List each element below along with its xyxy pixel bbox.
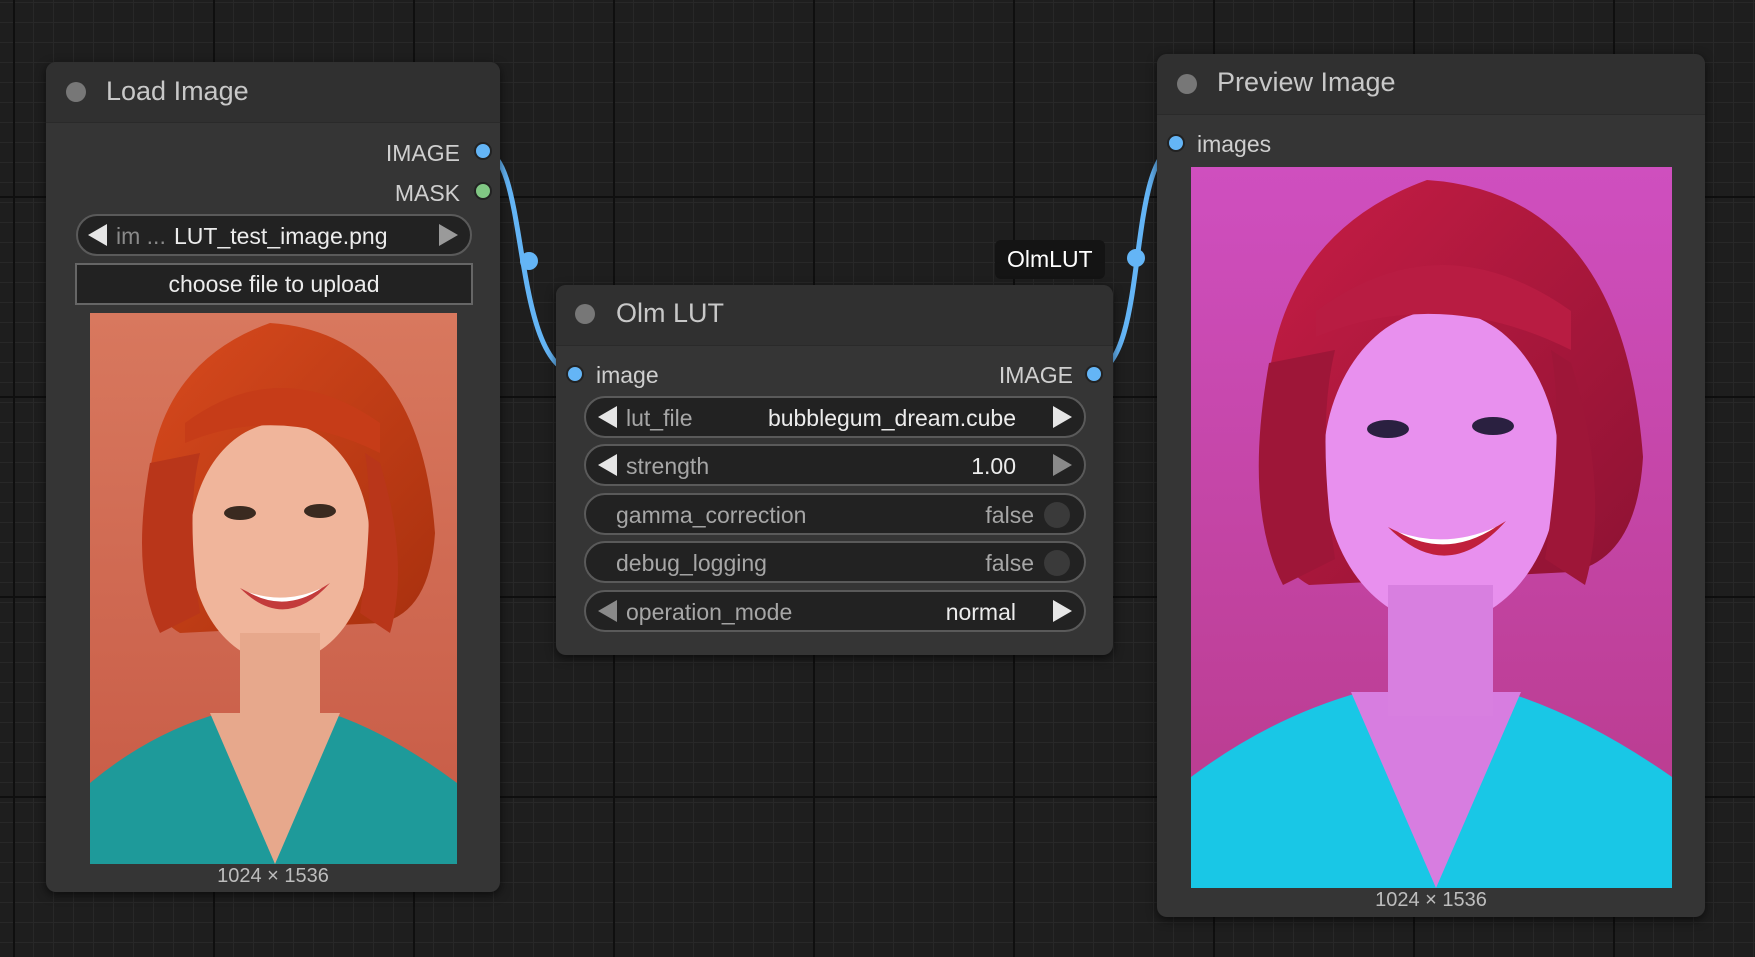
image-size-label: 1024 × 1536 — [217, 865, 329, 887]
left-arrow-icon[interactable] — [598, 454, 617, 476]
image-size-label: 1024 × 1536 — [1375, 889, 1487, 911]
debug-logging-toggle[interactable]: debug_logging false — [584, 541, 1086, 583]
left-arrow-icon[interactable] — [88, 224, 107, 246]
input-label-images: images — [1197, 131, 1272, 157]
output-label-image: IMAGE — [998, 362, 1073, 388]
widget-value: LUT_test_image.png — [174, 223, 388, 249]
output-slot-mask[interactable] — [474, 182, 492, 200]
left-arrow-icon[interactable] — [598, 600, 617, 622]
right-arrow-icon[interactable] — [1053, 406, 1072, 428]
toggle-off-icon[interactable] — [1044, 550, 1070, 576]
toggle-off-icon[interactable] — [1044, 502, 1070, 528]
widget-label: lut_file — [626, 405, 693, 431]
widget-value: false — [985, 550, 1034, 576]
widget-label: operation_mode — [626, 599, 793, 625]
widget-value: bubblegum_dream.cube — [767, 405, 1016, 431]
widget-value: false — [985, 502, 1034, 528]
output-slot-image[interactable] — [1085, 365, 1103, 383]
left-arrow-icon[interactable] — [598, 406, 617, 428]
operation-mode-combo[interactable]: operation_mode normal — [584, 590, 1086, 632]
widget-label: im ... — [116, 223, 166, 249]
node-title: Olm LUT — [616, 298, 724, 328]
input-image-preview — [90, 313, 457, 864]
node-badge: OlmLUT — [995, 240, 1105, 279]
output-label-image: IMAGE — [385, 140, 460, 166]
link-midpoint-1[interactable] — [520, 252, 538, 270]
collapse-dot-icon[interactable] — [66, 82, 86, 102]
widget-label: strength — [626, 453, 710, 479]
input-slot-image[interactable] — [566, 365, 584, 383]
input-label-image: image — [596, 362, 659, 388]
collapse-dot-icon[interactable] — [1177, 74, 1197, 94]
preview-image-node[interactable]: Preview Image images 1024 × 1536 — [1157, 54, 1705, 917]
widget-value: normal — [945, 599, 1016, 625]
widget-value: 1.00 — [971, 453, 1016, 479]
link-midpoint-2[interactable] — [1127, 249, 1145, 267]
node-title: Preview Image — [1217, 67, 1396, 97]
output-label-mask: MASK — [394, 180, 460, 206]
right-arrow-icon[interactable] — [1053, 600, 1072, 622]
upload-button[interactable]: choose file to upload — [75, 263, 473, 305]
widget-label: debug_logging — [616, 550, 767, 576]
collapse-dot-icon[interactable] — [575, 304, 595, 324]
input-slot-images[interactable] — [1167, 134, 1185, 152]
right-arrow-icon[interactable] — [1053, 454, 1072, 476]
strength-number[interactable]: strength 1.00 — [584, 444, 1086, 486]
gamma-correction-toggle[interactable]: gamma_correction false — [584, 493, 1086, 535]
right-arrow-icon[interactable] — [439, 224, 458, 246]
output-slot-image[interactable] — [474, 142, 492, 160]
widget-label: gamma_correction — [616, 502, 807, 528]
load-image-node[interactable]: Load Image IMAGE MASK im ... LUT_test_im… — [46, 62, 500, 892]
olm-lut-node[interactable]: Olm LUT image IMAGE lut_file bubblegum_d… — [556, 285, 1113, 655]
output-image-preview — [1191, 167, 1672, 888]
image-select-combo[interactable]: im ... LUT_test_image.png — [76, 214, 472, 256]
lut-file-combo[interactable]: lut_file bubblegum_dream.cube — [584, 396, 1086, 438]
node-title: Load Image — [106, 76, 249, 106]
